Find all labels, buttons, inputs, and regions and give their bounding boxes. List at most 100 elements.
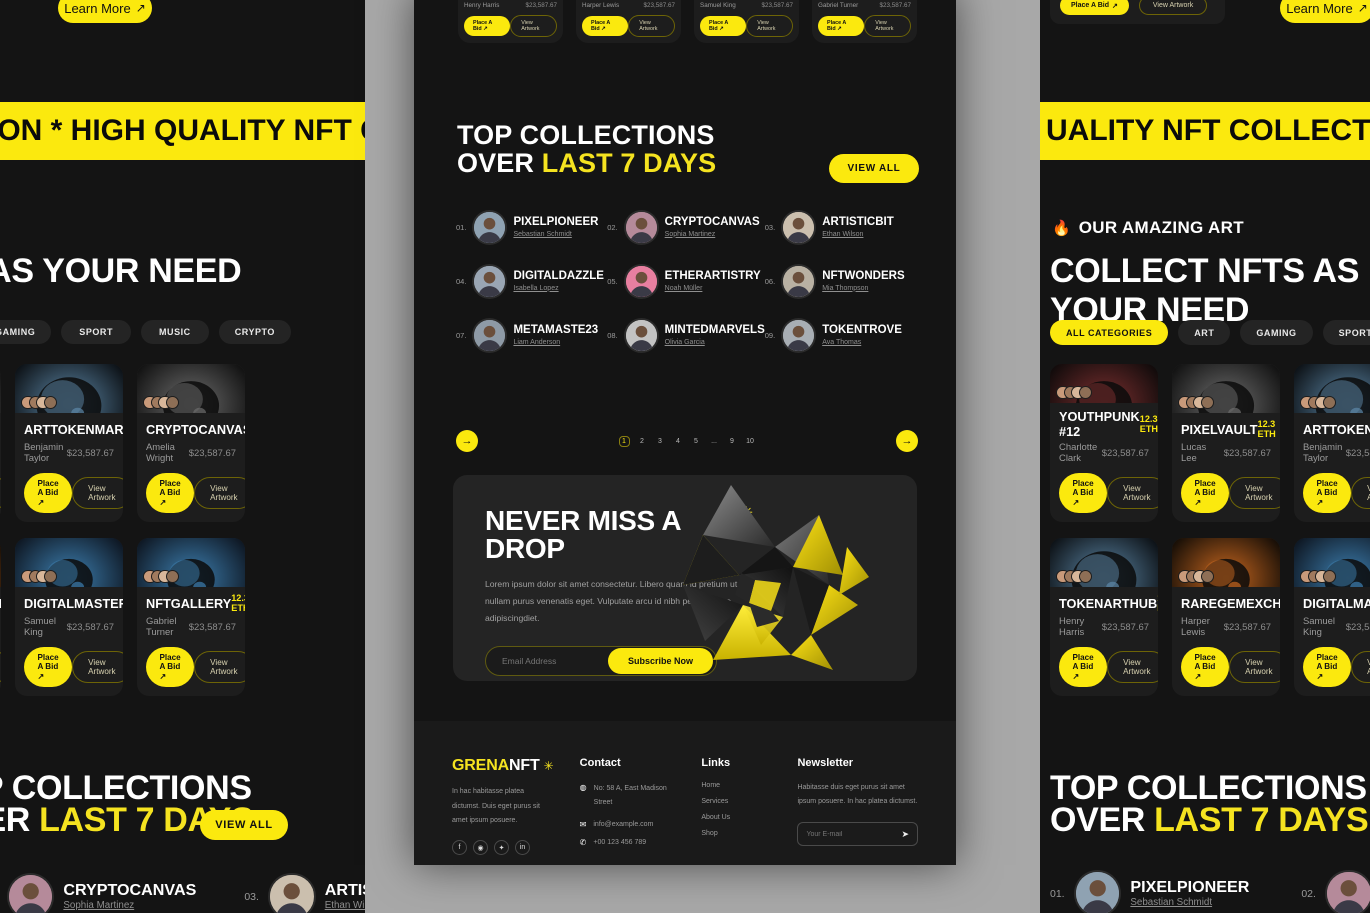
collection-list-item[interactable]: 02. CRYPTOCANVAS Sophia Martinez xyxy=(607,212,765,243)
pagination-page[interactable]: 4 xyxy=(673,436,684,447)
view-artwork-button[interactable]: View Artwork xyxy=(72,651,123,683)
category-pill[interactable]: SPORT xyxy=(61,320,132,344)
place-bid-button[interactable]: Place A Bid ↗ xyxy=(700,16,747,36)
collection-list-item[interactable]: 06. NFTWONDERS Mia Thompson xyxy=(765,266,916,297)
collection-list-item[interactable]: 01. PIXELPIONEER Sebastian Schmidt xyxy=(456,212,607,243)
footer-link[interactable]: Home xyxy=(701,782,771,789)
view-all-button-left[interactable]: VIEW ALL xyxy=(200,810,288,840)
avatar xyxy=(270,875,314,913)
pagination-page[interactable]: 3 xyxy=(655,436,666,447)
view-artwork-button[interactable]: View Artwork xyxy=(1107,477,1158,509)
place-bid-button[interactable]: Place A Bid ↗ xyxy=(582,16,629,36)
place-bid-button[interactable]: Place A Bid ↗ xyxy=(146,647,195,687)
pagination-prev-button[interactable]: → xyxy=(456,430,478,452)
pagination-next-button[interactable]: → xyxy=(896,430,918,452)
nft-card[interactable]: PIXELVAULT 12.3 ETH Lucas Lee $23,587.67… xyxy=(1172,364,1280,522)
view-artwork-button[interactable]: View Artwork xyxy=(194,477,245,509)
linkedin-icon[interactable]: in xyxy=(515,840,530,856)
category-pill[interactable]: ART xyxy=(1178,320,1231,345)
nft-card[interactable]: TOKENARTHUB 12.3 ETH Henry Harris $23,58… xyxy=(458,0,563,43)
paper-plane-icon[interactable]: ➤ xyxy=(901,829,909,840)
pagination-page[interactable]: 9 xyxy=(727,436,738,447)
nft-card[interactable]: ARTTOKENMARKET 12.3 ETH Benjamin Taylor … xyxy=(15,364,123,522)
view-artwork-button[interactable]: View Artwork xyxy=(72,477,123,509)
learn-more-button-left[interactable]: Learn More ↗ xyxy=(58,0,152,23)
collection-list-item[interactable]: 03. ARTISTICBIT Ethan Wilson xyxy=(765,212,916,243)
category-pill[interactable]: GAMING xyxy=(0,320,52,344)
collection-list-item[interactable]: 08. MINTEDMARVELS Olivia Garcia xyxy=(607,320,765,351)
learn-more-button-right[interactable]: Learn More ↗ xyxy=(1280,0,1370,23)
category-pill[interactable]: GAMING xyxy=(1240,320,1313,345)
view-artwork-button[interactable]: View Artwork xyxy=(0,651,1,683)
view-artwork-button[interactable]: View Artwork xyxy=(1107,651,1158,683)
pagination-page[interactable]: 2 xyxy=(637,436,648,447)
top-collections-list: 01. PIXELPIONEER Sebastian Schmidt 02. C… xyxy=(456,212,916,351)
nft-card[interactable]: PIXELVAULT 12.3 ETH Lucas Lee $23,587.67… xyxy=(0,364,1,522)
category-pill[interactable]: SPORT xyxy=(1322,320,1370,345)
view-artwork-button[interactable]: View Artwork xyxy=(628,15,675,37)
nft-card[interactable]: RAREGEMEXCHANGE 12.3 ETH Harper Lewis $2… xyxy=(576,0,681,43)
twitter-icon[interactable]: ✦ xyxy=(494,840,509,856)
place-bid-button[interactable]: Place A Bid ↗ xyxy=(24,647,73,687)
view-artwork-button[interactable]: View Artwork xyxy=(1351,477,1370,509)
facebook-icon[interactable]: f xyxy=(452,840,467,856)
view-artwork-button[interactable]: View Artwork xyxy=(194,651,245,683)
view-artwork-button[interactable]: View Artwork xyxy=(0,477,1,509)
place-bid-button[interactable]: Place A Bid ↗ xyxy=(1059,647,1108,687)
collection-list-item[interactable]: 01. PIXELPIONEER Sebastian Schmidt xyxy=(1050,872,1249,913)
place-bid-button[interactable]: Place A Bid ↗ xyxy=(1303,473,1352,513)
pagination-page[interactable]: 1 xyxy=(618,435,630,447)
nft-card[interactable]: DIGITALMASTER 12.3 ETH Samuel King $23,5… xyxy=(15,538,123,696)
view-artwork-button[interactable]: View Artwork xyxy=(1351,651,1370,683)
view-artwork-button[interactable]: View Artwork xyxy=(864,15,911,37)
footer-email[interactable]: info@example.com xyxy=(593,821,653,828)
pagination-page[interactable]: 5 xyxy=(691,436,702,447)
category-pill[interactable]: MUSIC xyxy=(141,320,209,344)
nft-card[interactable]: NFTGALLERY 12.3 ETH Gabriel Turner $23,5… xyxy=(812,0,917,43)
collection-list-item[interactable]: 09. TOKENTROVE Ava Thomas xyxy=(765,320,916,351)
place-bid-button[interactable]: Place A Bid ↗ xyxy=(1181,647,1230,687)
view-artwork-button[interactable]: View Artwork xyxy=(1138,0,1208,15)
nft-card[interactable]: ARTTOKENMARKET 12.3 ETH Benjamin Taylor … xyxy=(1294,364,1370,522)
view-artwork-button[interactable]: View Artwork xyxy=(1229,477,1280,509)
place-bid-button[interactable]: Place A Bid ↗ xyxy=(1060,0,1129,15)
place-bid-button[interactable]: Place A Bid ↗ xyxy=(1181,473,1230,513)
pagination-page[interactable]: 10 xyxy=(745,436,756,447)
email-input[interactable] xyxy=(486,656,596,667)
nft-card[interactable]: CRYPTOCANVAS 12.3 ETH Amelia Wright $23,… xyxy=(137,364,245,522)
category-pill[interactable]: ALL CATEGORIES xyxy=(1050,320,1169,345)
view-all-button[interactable]: VIEW ALL xyxy=(829,154,919,183)
view-artwork-button[interactable]: View Artwork xyxy=(746,15,793,37)
place-bid-button[interactable]: Place A Bid ↗ xyxy=(818,16,865,36)
view-artwork-button[interactable]: View Artwork xyxy=(1229,651,1280,683)
nft-card[interactable]: RAREGEMEXCHANGE 12.3 ETH Harper Lewis $2… xyxy=(0,538,1,696)
collection-list-item[interactable]: 05. ETHERARTISTRY Noah Müller xyxy=(607,266,765,297)
bidder-avatars xyxy=(1178,569,1214,583)
instagram-icon[interactable]: ◉ xyxy=(473,840,488,856)
nft-card[interactable]: DIGITALMASTER 12.3 ETH Samuel King $23,5… xyxy=(694,0,799,43)
collection-list-item[interactable]: 02. CRYPTOCANVAS Sophia Martinez xyxy=(1301,872,1370,913)
footer-link[interactable]: About Us xyxy=(701,814,771,821)
footer-link[interactable]: Services xyxy=(701,798,771,805)
collection-list-item[interactable]: 04. DIGITALDAZZLE Isabella Lopez xyxy=(456,266,607,297)
nft-card[interactable]: TOKENARTHUB 12.3 ETH Henry Harris $23,58… xyxy=(1050,538,1158,696)
collection-list-item[interactable]: 02. CRYPTOCANVAS Sophia Martinez xyxy=(0,875,196,913)
nft-card[interactable]: DIGITALMASTER 12.3 ETH Samuel King $23,5… xyxy=(1294,538,1370,696)
pagination-page[interactable]: ... xyxy=(709,436,720,447)
footer-link[interactable]: Shop xyxy=(701,830,771,837)
place-bid-button[interactable]: Place A Bid ↗ xyxy=(464,16,511,36)
place-bid-button[interactable]: Place A Bid ↗ xyxy=(1059,473,1108,513)
place-bid-button[interactable]: Place A Bid ↗ xyxy=(146,473,195,513)
nft-card[interactable]: RAREGEMEXCHANGE 12.3 ETH Harper Lewis $2… xyxy=(1172,538,1280,696)
nft-card[interactable]: NFTGALLERY 12.3 ETH Gabriel Turner $23,5… xyxy=(137,538,245,696)
category-pill[interactable]: CRYPTO xyxy=(218,320,291,344)
place-bid-button[interactable]: Place A Bid ↗ xyxy=(24,473,73,513)
collection-list-item[interactable]: 07. METAMASTE23 Liam Anderson xyxy=(456,320,607,351)
collection-list-item[interactable]: 03. ARTISTICBIT Ethan Wilson xyxy=(244,875,365,913)
nft-author: Benjamin Taylor xyxy=(1303,442,1343,464)
view-artwork-button[interactable]: View Artwork xyxy=(510,15,557,37)
footer-email-input[interactable] xyxy=(806,830,902,838)
place-bid-button[interactable]: Place A Bid ↗ xyxy=(1303,647,1352,687)
nft-card[interactable]: YOUTHPUNK #12 12.3 ETH Charlotte Clark $… xyxy=(1050,364,1158,522)
footer-phone[interactable]: +00 123 456 789 xyxy=(593,839,646,846)
